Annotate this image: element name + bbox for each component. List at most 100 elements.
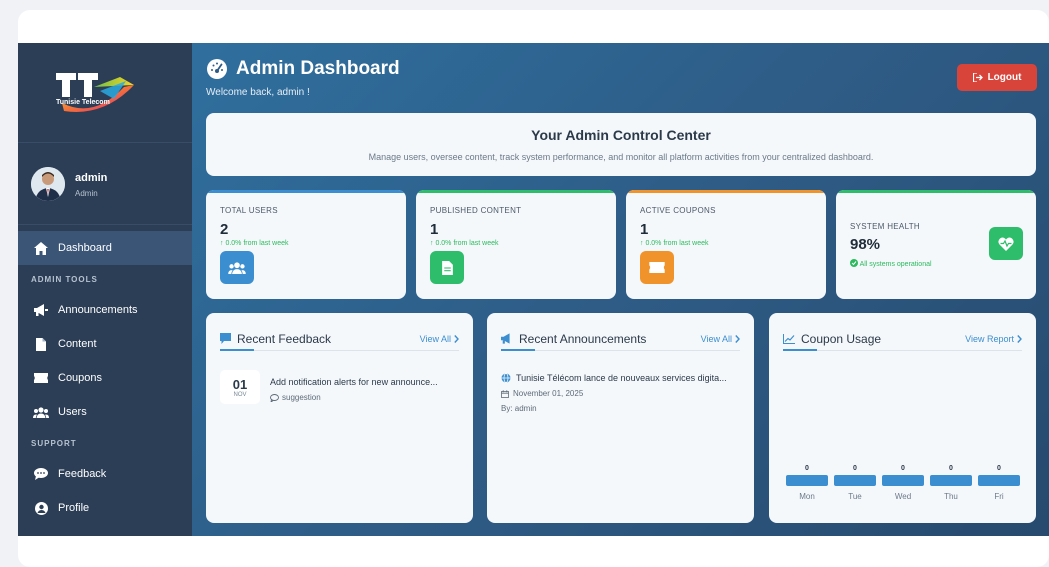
chart-bar-tue[interactable]: [834, 475, 876, 486]
sidebar: Tunisie Telecom admin Admin Dashboard AD…: [18, 43, 192, 536]
chart-bar-thu[interactable]: [930, 475, 972, 486]
page-title: Admin Dashboard: [236, 58, 400, 79]
sidebar-item-profile[interactable]: Profile: [18, 491, 192, 525]
coupon-usage-chart: 0 Mon 0 Tue 0 Wed 0 Thu 0 Fri: [783, 453, 1023, 513]
chevron-right-icon: [454, 334, 459, 343]
sidebar-item-content[interactable]: Content: [18, 327, 192, 361]
megaphone-icon: [501, 333, 513, 344]
feedback-text: Add notification alerts for new announce…: [270, 377, 438, 387]
sidebar-item-dashboard[interactable]: Dashboard: [18, 231, 192, 265]
panel-header: Recent Feedback View All: [220, 327, 459, 351]
stat-card-published-content[interactable]: PUBLISHED CONTENT 1 ↑ 0.0% from last wee…: [416, 190, 616, 299]
avatar[interactable]: [31, 167, 65, 201]
stats-row: TOTAL USERS 2 ↑ 0.0% from last week PUBL…: [206, 190, 1036, 299]
panel-header-accent: [501, 349, 535, 351]
sidebar-item-label: Users: [58, 406, 87, 418]
chart-bar-fri[interactable]: [978, 475, 1020, 486]
panel-header-accent: [783, 349, 817, 351]
check-circle-icon: [850, 259, 858, 267]
logout-icon: [972, 73, 983, 82]
stat-label: PUBLISHED CONTENT: [430, 206, 522, 215]
announcement-date: November 01, 2025: [501, 389, 744, 398]
announcement-item[interactable]: Tunisie Télécom lance de nouveaux servic…: [501, 373, 744, 413]
chat-icon: [33, 467, 49, 481]
panel-header: Coupon Usage View Report: [783, 327, 1022, 351]
control-center-card: Your Admin Control Center Manage users, …: [206, 113, 1036, 176]
panel-header-accent: [220, 349, 254, 351]
stat-card-total-users[interactable]: TOTAL USERS 2 ↑ 0.0% from last week: [206, 190, 406, 299]
logo-area: Tunisie Telecom: [18, 43, 192, 143]
feedback-month: NOV: [233, 392, 247, 398]
panel-title: Recent Announcements: [501, 332, 646, 346]
recent-announcements-panel: Recent Announcements View All Tunisie Té…: [487, 313, 754, 523]
stat-card-active-coupons[interactable]: ACTIVE COUPONS 1 ↑ 0.0% from last week: [626, 190, 826, 299]
stat-value: 1: [430, 221, 439, 238]
feedback-tag: suggestion: [270, 393, 321, 402]
logo-text: Tunisie Telecom: [56, 99, 110, 106]
chart-value-label: 0: [853, 465, 857, 472]
ticket-icon: [33, 371, 49, 385]
view-report-link[interactable]: View Report: [965, 334, 1022, 344]
chart-value-label: 0: [805, 465, 809, 472]
recent-feedback-panel: Recent Feedback View All 01 NOV Add noti…: [206, 313, 473, 523]
comment-icon: [270, 393, 279, 402]
stat-card-system-health[interactable]: SYSTEM HEALTH 98% All systems operationa…: [836, 190, 1036, 299]
stat-label: TOTAL USERS: [220, 206, 278, 215]
chart-value-label: 0: [949, 465, 953, 472]
control-center-title: Your Admin Control Center: [531, 127, 711, 143]
file-icon: [430, 251, 464, 284]
sidebar-nav: Dashboard ADMIN TOOLS Announcements Cont…: [18, 231, 192, 525]
chart-tick-label: Wed: [895, 492, 911, 501]
chart-tick-label: Tue: [848, 492, 862, 501]
sidebar-item-coupons[interactable]: Coupons: [18, 361, 192, 395]
heartbeat-icon: [989, 227, 1023, 260]
admin-app: Tunisie Telecom admin Admin Dashboard AD…: [18, 43, 1049, 536]
users-icon: [220, 251, 254, 284]
announcement-title: Tunisie Télécom lance de nouveaux servic…: [501, 373, 744, 383]
stat-change: All systems operational: [850, 259, 932, 268]
user-circle-icon: [33, 501, 49, 515]
chart-value-label: 0: [997, 465, 1001, 472]
sidebar-section-admin-tools: ADMIN TOOLS: [31, 274, 98, 284]
sidebar-item-label: Feedback: [58, 468, 107, 480]
stat-change: ↑ 0.0% from last week: [220, 240, 289, 247]
chart-value-label: 0: [901, 465, 905, 472]
sidebar-item-announcements[interactable]: Announcements: [18, 293, 192, 327]
tunisie-telecom-logo[interactable]: [54, 69, 136, 119]
panel-title: Coupon Usage: [783, 332, 881, 346]
user-profile: admin Admin: [18, 143, 192, 225]
chevron-right-icon: [735, 334, 740, 343]
stat-value: 98%: [850, 236, 881, 253]
main-content: Admin Dashboard Welcome back, admin ! Lo…: [192, 43, 1049, 536]
panel-header: Recent Announcements View All: [501, 327, 740, 351]
user-name: admin: [75, 172, 108, 184]
view-all-feedback-link[interactable]: View All: [420, 334, 459, 344]
file-icon: [33, 337, 49, 351]
feedback-date: 01 NOV: [220, 370, 260, 404]
stat-label: ACTIVE COUPONS: [640, 206, 716, 215]
feedback-day: 01: [232, 377, 248, 392]
ticket-icon: [640, 251, 674, 284]
view-all-announcements-link[interactable]: View All: [701, 334, 740, 344]
chart-tick-label: Fri: [994, 492, 1004, 501]
stat-accent-bar: [836, 190, 1036, 193]
chart-bar-mon[interactable]: [786, 475, 828, 486]
stat-change: ↑ 0.0% from last week: [430, 240, 499, 247]
calendar-icon: [501, 389, 509, 398]
feedback-item[interactable]: 01 NOV Add notification alerts for new a…: [220, 368, 459, 408]
logout-label: Logout: [987, 72, 1022, 83]
coupon-usage-chart-svg: 0 Mon 0 Tue 0 Wed 0 Thu 0 Fri: [786, 465, 1020, 501]
sidebar-item-feedback[interactable]: Feedback: [18, 457, 192, 491]
stat-value: 1: [640, 221, 649, 238]
globe-icon: [501, 373, 511, 383]
user-role: Admin: [75, 189, 98, 198]
sidebar-item-label: Dashboard: [58, 242, 112, 254]
chart-bar-wed[interactable]: [882, 475, 924, 486]
message-icon: [220, 333, 231, 344]
logout-button[interactable]: Logout: [957, 64, 1037, 91]
sidebar-item-users[interactable]: Users: [18, 395, 192, 429]
stat-label: SYSTEM HEALTH: [850, 222, 920, 231]
announcement-author: By: admin: [501, 404, 537, 413]
sidebar-item-label: Profile: [58, 502, 90, 514]
chevron-right-icon: [1017, 334, 1022, 343]
